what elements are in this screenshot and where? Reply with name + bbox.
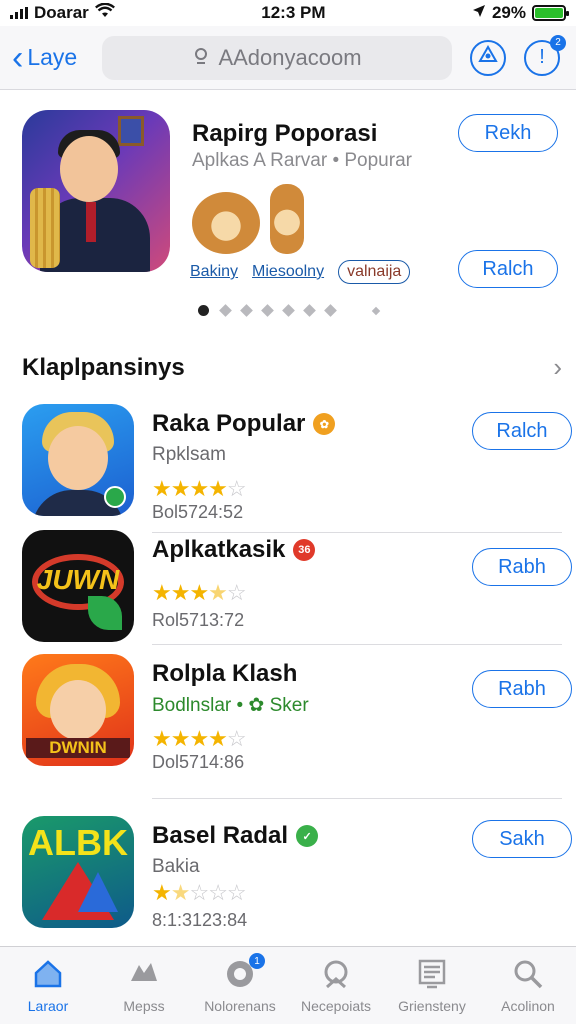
location-icon (472, 3, 486, 23)
divider (152, 644, 562, 645)
bear-image (192, 192, 260, 254)
tab-bar: Laraor Mepss 1 Nolorenans Necepoiats Gri… (0, 946, 576, 1024)
tab-search[interactable]: Acolinon (480, 947, 576, 1024)
app-subtitle: Bakia (152, 856, 200, 877)
app-icon[interactable]: JUWN (22, 530, 134, 642)
get-button[interactable]: Ralch (472, 412, 572, 450)
verified-badge-icon: ✓ (296, 825, 319, 847)
app-row[interactable]: JUWN Aplkatkasik 36 ★★★★☆ Rol5713:72 Rab… (22, 530, 572, 650)
tab-today[interactable]: Laraor (0, 947, 96, 1024)
chevron-left-icon: ‹ (12, 38, 24, 77)
status-bar: Doarar 12:3 PM 29% (0, 0, 576, 26)
rating-count: Rol5713:72 (152, 610, 245, 630)
navigation-bar: ‹ Laye AAdonyacoom ! 2 (0, 26, 576, 90)
tab-apps[interactable]: 1 Nolorenans (192, 947, 288, 1024)
featured-card[interactable]: Rapirg Poporasi Aplkas A Rarvar • Popura… (22, 110, 562, 330)
app-name: Basel Radal ✓ (152, 822, 319, 850)
get-button[interactable]: Sakh (472, 820, 572, 858)
app-row[interactable]: Raka Popular ✿ Rpklsam ★★★★☆ Bol5724:52 … (22, 404, 572, 524)
account-button[interactable] (470, 39, 506, 76)
section-header[interactable]: Klaplpansinys › (22, 352, 562, 383)
search-icon (511, 957, 545, 994)
star-rating: ★★★★☆ (152, 580, 247, 605)
wifi-icon (94, 2, 115, 24)
tab-arcade[interactable]: Necepoiats (288, 947, 384, 1024)
rating-count: Dol5714:86 (152, 752, 245, 772)
tag[interactable]: valnaija (338, 260, 411, 284)
featured-title: Rapirg Poporasi (192, 120, 378, 147)
tag[interactable]: Miesoolny (252, 263, 324, 281)
get-button[interactable]: Ralch (458, 250, 558, 288)
app-icon[interactable]: ALBK (22, 816, 134, 928)
games-icon (127, 957, 161, 994)
notifications-button[interactable]: ! 2 (524, 34, 566, 76)
search-icon (192, 45, 210, 71)
carrier-label: Doarar (34, 3, 89, 22)
notification-badge: 2 (550, 34, 566, 51)
badge-icon: 36 (293, 539, 316, 561)
rating-count: 8:1:3123:84 (152, 910, 248, 930)
back-button[interactable]: ‹ Laye (12, 41, 102, 75)
tab-badge: 1 (249, 953, 265, 969)
app-name: Raka Popular ✿ (152, 410, 336, 438)
battery-percent: 29% (491, 3, 526, 22)
app-name: Rolpla Klash (152, 660, 298, 687)
star-rating: ★★★★☆ (152, 476, 247, 501)
signal-icon (10, 7, 28, 19)
tag[interactable]: Bakiny (190, 263, 238, 281)
featured-app-image[interactable] (22, 110, 170, 272)
battery-icon (532, 5, 569, 21)
featured-screenshots (192, 184, 304, 254)
get-button[interactable]: Rabh (472, 548, 572, 586)
get-button[interactable]: Rabh (472, 670, 572, 708)
app-row[interactable]: DWNIN Rolpla Klash Bodlnslar • ✿ Sker ★★… (22, 654, 572, 774)
home-icon (31, 957, 65, 994)
search-field[interactable]: AAdonyacoom (102, 35, 452, 80)
rating-count: Bol5724:52 (152, 502, 244, 522)
verified-badge-icon: ✿ (313, 413, 336, 435)
exclamation-icon: ! (539, 46, 545, 68)
get-button[interactable]: Rekh (458, 114, 558, 152)
star-rating: ★★★★☆ (152, 726, 247, 751)
chevron-right-icon[interactable]: › (553, 352, 562, 383)
app-name: Aplkatkasik 36 (152, 536, 316, 564)
clock: 12:3 PM (261, 3, 326, 22)
app-icon[interactable] (22, 404, 134, 516)
tab-games[interactable]: Mepss (96, 947, 192, 1024)
section-title: Klaplpansinys (22, 353, 185, 381)
apps-icon: 1 (223, 953, 265, 994)
page-indicator[interactable] (198, 304, 381, 317)
app-row[interactable]: ALBK Basel Radal ✓ Bakia ★★☆☆☆ 8:1:3123:… (22, 816, 572, 936)
app-icon[interactable]: DWNIN (22, 654, 134, 766)
app-subtitle: Rpklsam (152, 444, 226, 465)
divider (152, 798, 562, 799)
search-placeholder: AAdonyacoom (218, 44, 362, 70)
account-icon (478, 44, 498, 71)
tab-updates[interactable]: Griensteny (384, 947, 480, 1024)
updates-icon (415, 957, 449, 994)
arcade-icon (319, 957, 353, 994)
back-label: Laye (27, 44, 78, 70)
bear-image (270, 184, 304, 254)
star-rating: ★★☆☆☆ (152, 880, 247, 905)
featured-tags: Bakiny Miesoolny valnaija (190, 260, 411, 284)
app-subtitle: Bodlnslar • ✿ Sker (152, 695, 309, 716)
featured-subtitle: Aplkas A Rarvar • Popurar (192, 150, 412, 171)
